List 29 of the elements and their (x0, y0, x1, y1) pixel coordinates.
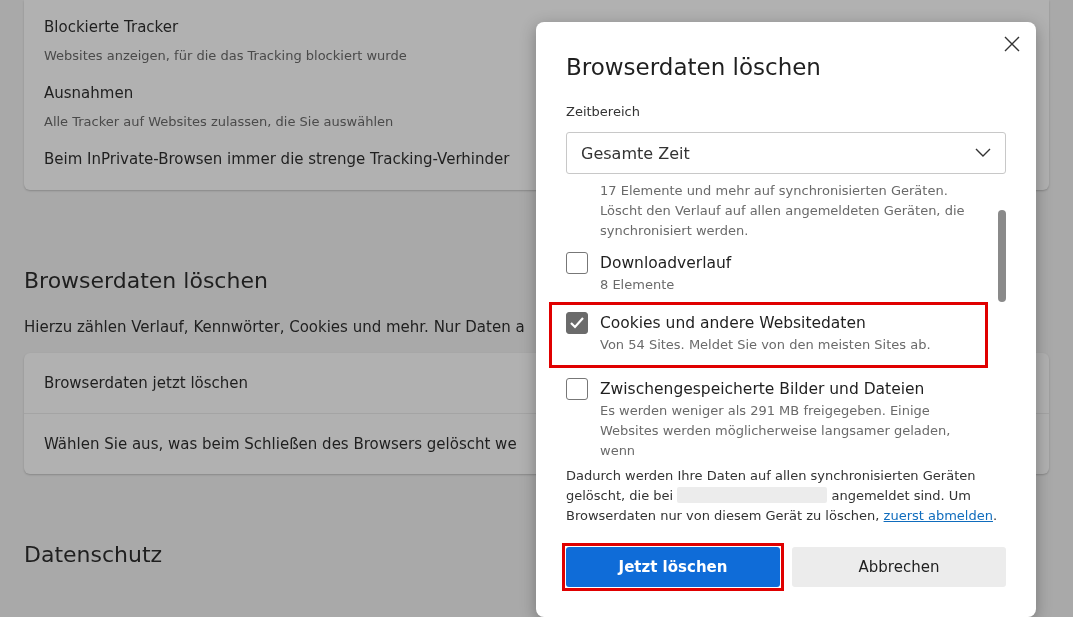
scrollbar-thumb[interactable] (998, 210, 1006, 302)
checkbox[interactable] (566, 378, 588, 400)
checkbox[interactable] (566, 312, 588, 334)
section-description: Hierzu zählen Verlauf, Kennwörter, Cookies und mehr. Nur Daten a (24, 317, 525, 338)
checkmark-icon (569, 316, 585, 330)
setting-description: Websites anzeigen, für die das Tracking blockiert wurde (44, 47, 407, 65)
field-label: Zeitbereich (566, 104, 641, 119)
dialog-title: Browserdaten löschen (566, 53, 822, 82)
option-title: Downloadverlauf (600, 253, 732, 274)
option-description: 17 Elemente und mehr auf synchronisierten Geräten. Löscht den Verlauf auf allen angemeldeten Geräten, die synchronisiert werden. (600, 182, 966, 240)
section-heading: Datenschutz (24, 541, 163, 569)
option-description: Von 54 Sites. Meldet Sie von den meisten Sites ab. (600, 336, 931, 354)
close-icon[interactable] (1004, 36, 1020, 52)
option-title: Cookies und andere Websitedaten (600, 313, 867, 334)
chevron-down-icon (975, 148, 991, 158)
setting-title: Ausnahmen (44, 83, 134, 104)
notice-text: Dadurch werden Ihre Daten auf allen synchronisierten Geräten gelöscht, die bei angemeldet sind. Um Browserdaten nur von diesem Gerät zu löschen, zuerst abmelden. (566, 467, 999, 525)
section-heading: Browserdaten löschen (24, 267, 268, 295)
time-range-dropdown[interactable]: Gesamte Zeit (566, 132, 1006, 174)
cancel-button[interactable]: Abbrechen (792, 547, 1006, 587)
delete-now-button[interactable]: Jetzt löschen (566, 547, 780, 587)
option-title: Zwischengespeicherte Bilder und Dateien (600, 379, 926, 400)
setting-description: Alle Tracker auf Websites zulassen, die Sie auswählen (44, 113, 394, 131)
option-description: 8 Elemente (600, 276, 676, 294)
checkbox[interactable] (566, 252, 588, 274)
setting-title: Beim InPrivate-Browsen immer die strenge Tracking-Verhinder (44, 149, 510, 170)
option-description: Es werden weniger als 291 MB freigegeben. Einige Websites werden möglicherweise langsamer geladen, wenn (600, 402, 952, 460)
sign-out-link[interactable]: zuerst abmelden (883, 508, 993, 523)
setting-title: Blockierte Tracker (44, 17, 179, 38)
